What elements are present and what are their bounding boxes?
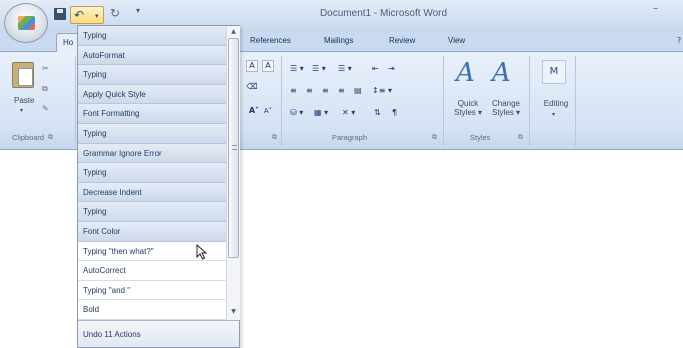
distributed-button[interactable]: ▤ bbox=[354, 86, 362, 98]
clear-formatting-icon[interactable]: ⌫ bbox=[246, 82, 258, 94]
window-title: Document1 - Microsoft Word bbox=[319, 8, 448, 19]
scrollbar[interactable]: ▲ ▼ bbox=[226, 26, 240, 320]
undo-list-item[interactable]: Font Formatting bbox=[78, 104, 226, 124]
clipboard-group: Paste ▾ ✂ ⧉ ✎ Clipboard ⧉ bbox=[6, 56, 76, 146]
dialog-launcher-icon[interactable]: ⧉ bbox=[48, 133, 53, 142]
undo-list-item[interactable]: Apply Quick Style bbox=[78, 84, 226, 105]
paragraph-group: ☰ ▾ ☰ ▾ ☰ ▾ ⇤ ⇥ ≡ ≡ ≡ ≡ ▤ ↕≡ ▾ ⛁ ▾ ▦ ▾ ✕… bbox=[284, 56, 444, 146]
undo-list-item[interactable]: Typing "and " bbox=[78, 281, 226, 301]
numbering-button[interactable]: ☰ ▾ bbox=[312, 64, 326, 76]
show-formatting-marks-button[interactable]: ¶ bbox=[392, 108, 397, 120]
chevron-down-icon[interactable]: ▾ bbox=[552, 111, 555, 118]
undo-list-item[interactable]: Typing bbox=[78, 123, 226, 144]
font-group: A A ⌫ A˄ A˅ ⧉ bbox=[240, 56, 282, 146]
asian-layout-button[interactable]: ✕ ▾ bbox=[342, 108, 355, 120]
undo-list-item[interactable]: Bold bbox=[78, 300, 226, 320]
copy-icon[interactable]: ⧉ bbox=[42, 84, 51, 93]
shading-button[interactable]: ⛁ ▾ bbox=[290, 108, 303, 120]
clipboard-group-label: Clipboard bbox=[12, 133, 45, 142]
editing-group: M Editing ▾ bbox=[534, 56, 576, 146]
undo-list-item[interactable]: Decrease Indent bbox=[78, 182, 226, 203]
align-left-button[interactable]: ≡ bbox=[290, 86, 297, 98]
align-right-button[interactable]: ≡ bbox=[322, 86, 329, 98]
undo-list-item[interactable]: Grammar Ignore Error bbox=[78, 143, 226, 164]
undo-list-item[interactable]: Typing bbox=[78, 163, 226, 183]
paragraph-group-label: Paragraph bbox=[332, 133, 368, 142]
quick-styles-button[interactable]: Quick Styles ▾ bbox=[448, 99, 488, 117]
scroll-grip-icon bbox=[232, 145, 237, 150]
styles-group-label: Styles bbox=[470, 133, 491, 142]
tab-view[interactable]: View bbox=[448, 36, 465, 45]
mouse-cursor-icon bbox=[196, 244, 208, 260]
align-center-button[interactable]: ≡ bbox=[306, 86, 313, 98]
minimize-button[interactable]: – bbox=[653, 3, 663, 14]
dialog-launcher-icon[interactable]: ⧉ bbox=[432, 133, 437, 142]
scrollbar-thumb[interactable] bbox=[228, 38, 239, 258]
undo-list-item[interactable]: AutoCorrect bbox=[78, 261, 226, 281]
borders-button[interactable]: ▦ ▾ bbox=[314, 108, 328, 120]
character-border-button[interactable]: A bbox=[262, 60, 274, 72]
undo-history-dropdown: Typing AutoFormat Typing Apply Quick Style F… bbox=[77, 25, 240, 348]
undo-list-item[interactable]: Font Color bbox=[78, 221, 226, 242]
shrink-font-button[interactable]: A˅ bbox=[262, 106, 274, 118]
sort-button[interactable]: ⇅ bbox=[374, 108, 381, 120]
undo-list-item[interactable]: Typing bbox=[78, 26, 226, 46]
quick-styles-icon[interactable]: A bbox=[456, 58, 475, 88]
tab-references[interactable]: References bbox=[250, 36, 291, 45]
office-button[interactable] bbox=[4, 3, 48, 43]
undo-count-label: Undo 11 Actions bbox=[78, 320, 239, 347]
bullets-button[interactable]: ☰ ▾ bbox=[290, 64, 304, 76]
chevron-down-icon[interactable]: ▾ bbox=[20, 107, 23, 114]
editing-button[interactable]: Editing bbox=[536, 99, 576, 108]
cut-icon[interactable]: ✂ bbox=[42, 64, 51, 73]
help-icon[interactable]: ? bbox=[677, 36, 681, 45]
paste-button[interactable]: Paste bbox=[14, 96, 34, 105]
tab-mailings[interactable]: Mailings bbox=[324, 36, 353, 45]
increase-indent-button[interactable]: ⇥ bbox=[388, 64, 395, 76]
decrease-indent-button[interactable]: ⇤ bbox=[372, 64, 379, 76]
scroll-down-arrow-icon[interactable]: ▼ bbox=[228, 308, 239, 318]
tab-review[interactable]: Review bbox=[389, 36, 415, 45]
undo-list-item[interactable]: Typing bbox=[78, 202, 226, 222]
undo-list-item[interactable]: AutoFormat bbox=[78, 45, 226, 66]
text-highlight-button[interactable]: A bbox=[246, 60, 258, 72]
office-logo-icon bbox=[18, 16, 35, 30]
multilevel-list-button[interactable]: ☰ ▾ bbox=[338, 64, 352, 76]
dialog-launcher-icon[interactable]: ⧉ bbox=[518, 133, 523, 142]
scroll-up-arrow-icon[interactable]: ▲ bbox=[228, 28, 239, 38]
undo-list-item[interactable]: Typing bbox=[78, 65, 226, 85]
change-styles-button[interactable]: Change Styles ▾ bbox=[486, 99, 526, 117]
format-painter-icon[interactable]: ✎ bbox=[42, 104, 51, 113]
dialog-launcher-icon[interactable]: ⧉ bbox=[272, 133, 277, 142]
justify-button[interactable]: ≡ bbox=[338, 86, 345, 98]
line-spacing-button[interactable]: ↕≡ ▾ bbox=[372, 86, 392, 98]
grow-font-button[interactable]: A˄ bbox=[248, 106, 260, 118]
paste-icon[interactable] bbox=[12, 62, 34, 88]
undo-history-list: Typing AutoFormat Typing Apply Quick Style F… bbox=[78, 26, 226, 320]
change-styles-icon[interactable]: A bbox=[492, 58, 511, 88]
styles-group: A A Quick Styles ▾ Change Styles ▾ Style… bbox=[446, 56, 530, 146]
binoculars-icon[interactable]: M bbox=[542, 60, 566, 84]
